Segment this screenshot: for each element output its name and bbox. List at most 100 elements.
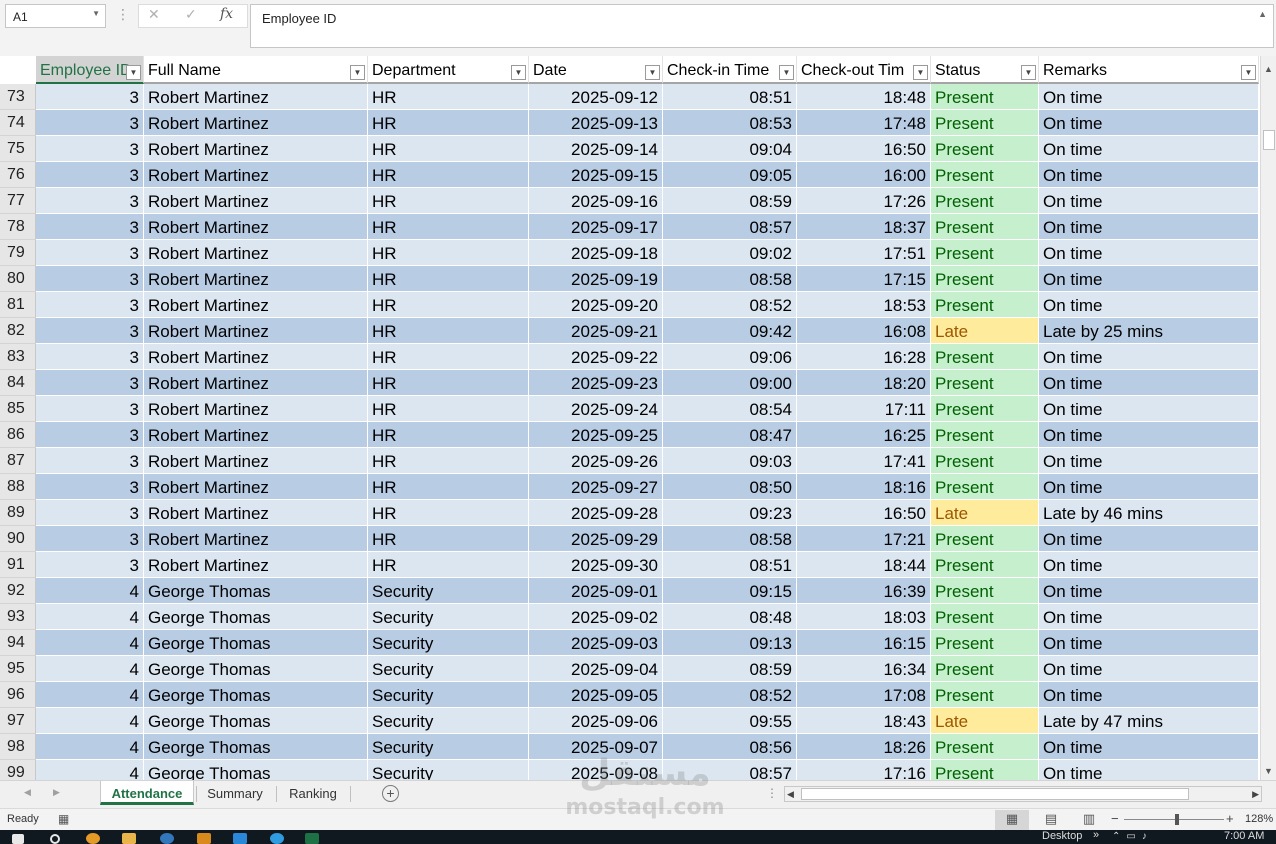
cell-out[interactable]: 17:16 (797, 760, 931, 780)
cell-remarks[interactable]: On time (1039, 240, 1259, 266)
cell-name[interactable]: George Thomas (144, 630, 368, 656)
column-header-in[interactable]: Check-in Time ▼ (663, 56, 797, 84)
row-number[interactable]: 90 (0, 526, 36, 552)
chevron-down-icon[interactable]: ▼ (92, 9, 100, 18)
cell-dept[interactable]: Security (368, 630, 529, 656)
cell-name[interactable]: Robert Martinez (144, 370, 368, 396)
cell-dept[interactable]: HR (368, 422, 529, 448)
cell-date[interactable]: 2025-09-30 (529, 552, 663, 578)
cell-status[interactable]: Late (931, 318, 1039, 344)
cell-remarks[interactable]: On time (1039, 136, 1259, 162)
filter-dropdown-icon[interactable]: ▼ (126, 65, 141, 80)
edge-icon[interactable] (160, 833, 174, 844)
row-number[interactable]: 81 (0, 292, 36, 318)
cell-date[interactable]: 2025-09-19 (529, 266, 663, 292)
cell-status[interactable]: Present (931, 292, 1039, 318)
cell-dept[interactable]: HR (368, 110, 529, 136)
cell-remarks[interactable]: On time (1039, 370, 1259, 396)
row-number[interactable]: 86 (0, 422, 36, 448)
cell-dept[interactable]: HR (368, 84, 529, 110)
cell-out[interactable]: 18:37 (797, 214, 931, 240)
filter-dropdown-icon[interactable]: ▼ (350, 65, 365, 80)
cell-date[interactable]: 2025-09-23 (529, 370, 663, 396)
name-box[interactable]: A1 ▼ (5, 4, 106, 28)
cell-date[interactable]: 2025-09-17 (529, 214, 663, 240)
cell-name[interactable]: Robert Martinez (144, 526, 368, 552)
filter-dropdown-icon[interactable]: ▼ (779, 65, 794, 80)
cell-id[interactable]: 3 (36, 162, 144, 188)
cell-out[interactable]: 16:00 (797, 162, 931, 188)
cell-id[interactable]: 4 (36, 734, 144, 760)
cell-remarks[interactable]: On time (1039, 110, 1259, 136)
row-number[interactable]: 98 (0, 734, 36, 760)
zoom-out-icon[interactable]: − (1111, 811, 1119, 826)
row-number[interactable]: 91 (0, 552, 36, 578)
row-number[interactable]: 79 (0, 240, 36, 266)
cell-date[interactable]: 2025-09-27 (529, 474, 663, 500)
column-header-out[interactable]: Check-out Tim ▼ (797, 56, 931, 84)
tab-ranking[interactable]: Ranking (280, 781, 346, 805)
cell-name[interactable]: Robert Martinez (144, 84, 368, 110)
cell-remarks[interactable]: On time (1039, 188, 1259, 214)
row-number[interactable]: 85 (0, 396, 36, 422)
cell-name[interactable]: Robert Martinez (144, 396, 368, 422)
cell-id[interactable]: 4 (36, 630, 144, 656)
row-number[interactable]: 77 (0, 188, 36, 214)
cell-date[interactable]: 2025-09-21 (529, 318, 663, 344)
cell-name[interactable]: Robert Martinez (144, 500, 368, 526)
cell-out[interactable]: 17:41 (797, 448, 931, 474)
macro-record-icon[interactable]: ▦ (58, 812, 69, 826)
cell-out[interactable]: 17:08 (797, 682, 931, 708)
chevron-up-icon[interactable]: ▲ (1258, 9, 1267, 19)
cell-remarks[interactable]: On time (1039, 422, 1259, 448)
cell-out[interactable]: 16:15 (797, 630, 931, 656)
cell-date[interactable]: 2025-09-14 (529, 136, 663, 162)
add-sheet-icon[interactable]: + (382, 785, 399, 802)
cell-out[interactable]: 17:21 (797, 526, 931, 552)
row-number[interactable]: 78 (0, 214, 36, 240)
cell-dept[interactable]: HR (368, 214, 529, 240)
cell-date[interactable]: 2025-09-02 (529, 604, 663, 630)
cell-remarks[interactable]: On time (1039, 682, 1259, 708)
cell-dept[interactable]: Security (368, 760, 529, 780)
column-header-status[interactable]: Status ▼ (931, 56, 1039, 84)
cell-dept[interactable]: HR (368, 474, 529, 500)
cell-id[interactable]: 3 (36, 266, 144, 292)
cell-out[interactable]: 18:53 (797, 292, 931, 318)
filter-dropdown-icon[interactable]: ▼ (913, 65, 928, 80)
cell-name[interactable]: Robert Martinez (144, 448, 368, 474)
scroll-up-icon[interactable]: ▲ (1264, 64, 1273, 74)
cell-remarks[interactable]: On time (1039, 552, 1259, 578)
cell-date[interactable]: 2025-09-05 (529, 682, 663, 708)
row-number[interactable]: 94 (0, 630, 36, 656)
row-number[interactable]: 93 (0, 604, 36, 630)
insert-function-icon[interactable]: fx (220, 6, 233, 22)
row-number[interactable]: 96 (0, 682, 36, 708)
app-icon[interactable] (197, 833, 211, 844)
cell-remarks[interactable]: On time (1039, 84, 1259, 110)
cell-in[interactable]: 09:02 (663, 240, 797, 266)
cell-remarks[interactable]: On time (1039, 474, 1259, 500)
cell-id[interactable]: 4 (36, 682, 144, 708)
cell-name[interactable]: Robert Martinez (144, 344, 368, 370)
cell-in[interactable]: 09:06 (663, 344, 797, 370)
vertical-scrollbar[interactable]: ▲ ▼ (1260, 56, 1276, 780)
cell-id[interactable]: 4 (36, 656, 144, 682)
cell-status[interactable]: Present (931, 682, 1039, 708)
cell-status[interactable]: Present (931, 240, 1039, 266)
cell-status[interactable]: Present (931, 552, 1039, 578)
cell-name[interactable]: Robert Martinez (144, 188, 368, 214)
cell-dept[interactable]: HR (368, 240, 529, 266)
scroll-down-icon[interactable]: ▼ (1264, 766, 1273, 776)
cell-id[interactable]: 3 (36, 188, 144, 214)
cell-remarks[interactable]: On time (1039, 344, 1259, 370)
cell-in[interactable]: 09:13 (663, 630, 797, 656)
cell-name[interactable]: George Thomas (144, 656, 368, 682)
cell-status[interactable]: Present (931, 396, 1039, 422)
cell-id[interactable]: 3 (36, 552, 144, 578)
cell-status[interactable]: Present (931, 162, 1039, 188)
cell-in[interactable]: 08:51 (663, 552, 797, 578)
cell-out[interactable]: 18:03 (797, 604, 931, 630)
cell-remarks[interactable]: Late by 46 mins (1039, 500, 1259, 526)
cell-id[interactable]: 3 (36, 110, 144, 136)
